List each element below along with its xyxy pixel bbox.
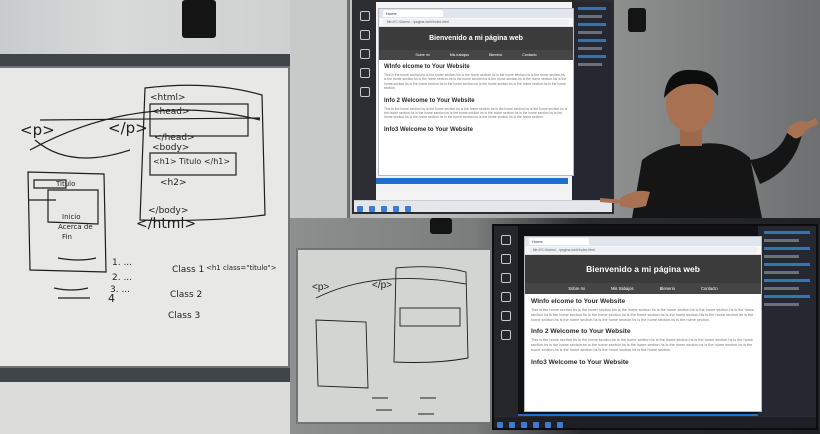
title-tag-text: <h1> Titulo </h1>	[153, 157, 230, 166]
site-title-2: Bienvenido a mi página web	[525, 255, 761, 283]
whiteboard-closeup-photo: <p> </p> <html> <head> </head> <body> <h…	[0, 0, 290, 434]
html-open-text: <html>	[150, 93, 186, 103]
section-2-text: This is the home section.hs is the home …	[384, 106, 568, 120]
nav-blenerio[interactable]: Blenerio	[489, 53, 502, 57]
site-body-2: WInfo elcome to Your Website This is the…	[525, 294, 761, 373]
body-open-text: <body>	[152, 143, 189, 153]
classroom-wide-photo: <p> </p> Home file:///C:/Users/.../pagin…	[290, 218, 820, 434]
html-close-text: </html>	[136, 216, 196, 232]
p-close-text: </p>	[108, 119, 148, 137]
head-open-text: <head>	[152, 107, 190, 117]
wall-speaker	[628, 8, 646, 32]
board-edge	[290, 0, 350, 218]
section-1-heading: WInfo elcome to Your Website	[384, 64, 470, 70]
section-1-text-2: This is the home section.hs is the foote…	[531, 308, 755, 322]
nav-contacto[interactable]: Contacto	[522, 53, 536, 57]
browser-window-2: Home file:///C:/Users/.../pagina-web/ind…	[524, 236, 762, 412]
nav-sobre-mi-2[interactable]: Sobre mi	[568, 286, 585, 291]
section-3-heading: Info3 Welcome to Your Website	[384, 126, 473, 133]
speaker-2	[430, 218, 452, 234]
numbered-4: 4	[108, 292, 115, 305]
sketch-label-fin: Fin	[62, 233, 72, 241]
vscode-activity-bar-2	[494, 226, 518, 428]
browser-tab-2[interactable]: Home	[529, 238, 589, 245]
whiteboard-2-drawing: <p> </p>	[312, 266, 469, 415]
p-close-text-2: </p>	[372, 280, 392, 291]
nav-mis-trabajos[interactable]: Mis trabajos	[450, 53, 469, 57]
body-close-text: </body>	[148, 206, 188, 216]
numbered-2: 2. ...	[112, 273, 132, 283]
site-nav: Sobre mi Mis trabajos Blenerio Contacto	[379, 50, 573, 60]
site-nav-2: Sobre mi Mis trabajos Blenerio Contacto	[525, 283, 761, 294]
section-2-heading: Info 2 Welcome to Your Website	[384, 97, 475, 104]
section-3-heading-2: Info3 Welcome to Your Website	[531, 358, 629, 366]
nav-contacto-2[interactable]: Contacto	[701, 286, 718, 291]
sketch-label-inicio: Inicio	[62, 213, 81, 221]
projection-screen: Home file:///C:/Users/.../pagina-web/ind…	[352, 0, 614, 214]
class-note-2: Class 2	[170, 290, 202, 300]
vscode-status-bar	[376, 178, 568, 184]
whiteboard-drawing: <p> </p> <html> <head> </head> <body> <h…	[20, 84, 277, 321]
browser-window: Home file:///C:/Users/.../pagina-web/ind…	[378, 8, 574, 176]
section-1-text: This is the home section.hs is the foote…	[384, 73, 567, 91]
address-bar[interactable]: file:///C:/Users/.../pagina-web/index.ht…	[383, 19, 569, 25]
h2-text: <h2>	[160, 178, 187, 188]
presenter	[600, 69, 818, 218]
address-bar-2[interactable]: file:///C:/Users/.../pagina-web/index.ht…	[529, 247, 757, 253]
site-body: WInfo elcome to Your Website This is the…	[379, 60, 573, 140]
projection-screen-2: Home file:///C:/Users/.../pagina-web/ind…	[492, 224, 818, 430]
vscode-activity-bar	[354, 2, 376, 212]
nav-blenerio-2[interactable]: Blenerio	[660, 286, 675, 291]
vscode-editor-panel-2	[758, 226, 816, 428]
numbered-1: 1. ...	[112, 258, 132, 268]
windows-taskbar-2	[494, 416, 816, 428]
head-close-text: </head>	[154, 133, 195, 143]
browser-tab[interactable]: Home	[383, 10, 443, 17]
section-2-text-2: This is the home section.hs is the home …	[531, 338, 754, 352]
sketch-label-titulo: Titulo	[55, 180, 75, 188]
presenter-photo: Home file:///C:/Users/.../pagina-web/ind…	[290, 0, 820, 218]
windows-taskbar	[354, 200, 612, 212]
p-open-text: <p>	[20, 121, 55, 139]
nav-sobre-mi[interactable]: Sobre mi	[415, 53, 429, 57]
section-2-heading-2: Info 2 Welcome to Your Website	[531, 328, 631, 336]
site-title: Bienvenido a mi página web	[379, 27, 573, 50]
p-open-text-2: <p>	[312, 282, 329, 293]
nav-mis-trabajos-2[interactable]: Mis trabajos	[611, 286, 634, 291]
sketch-label-acerca: Acerca de	[58, 223, 93, 231]
class-attr-note: <h1 class="titulo">	[206, 264, 277, 272]
class-note-1: Class 1	[172, 265, 204, 275]
section-1-heading-2: WInfo elcome to Your Website	[531, 298, 626, 305]
class-note-3: Class 3	[168, 311, 200, 321]
